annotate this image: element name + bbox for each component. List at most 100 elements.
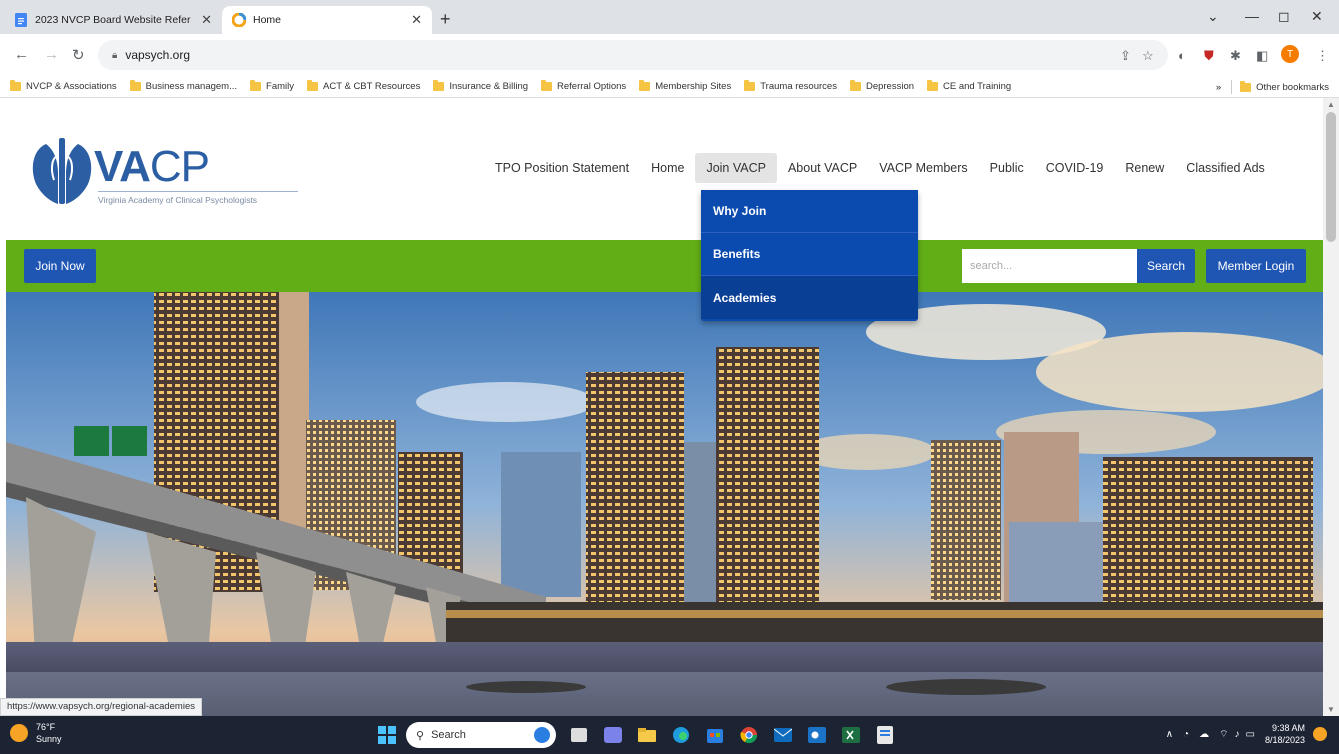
- forward-arrow-icon[interactable]: →: [44, 46, 59, 63]
- bookmark-ce-training[interactable]: CE and Training: [927, 80, 1012, 92]
- bookmark-family[interactable]: Family: [250, 80, 294, 92]
- nav-classified-ads[interactable]: Classified Ads: [1175, 153, 1276, 183]
- notification-badge-icon[interactable]: [1313, 727, 1327, 741]
- minimize-icon[interactable]: —: [1245, 8, 1259, 24]
- tab-home[interactable]: Home ✕: [222, 6, 432, 34]
- wifi-icon[interactable]: ⌔: [1219, 728, 1228, 741]
- dropdown-benefits[interactable]: Benefits: [701, 233, 918, 276]
- vacp-logo[interactable]: VACP Virginia Academy of Clinical Psycho…: [28, 136, 303, 208]
- microsoft-store-icon[interactable]: [700, 720, 730, 750]
- nav-home[interactable]: Home: [640, 153, 695, 183]
- folder-icon: [433, 80, 445, 91]
- task-view-icon[interactable]: [564, 720, 594, 750]
- nav-join-vacp[interactable]: Join VACP: [695, 153, 777, 183]
- close-tab-icon[interactable]: ✕: [201, 12, 212, 28]
- tab-nvcp-board[interactable]: 2023 NVCP Board Website Refer ✕: [4, 6, 222, 34]
- bookmark-label: ACT & CBT Resources: [323, 81, 421, 92]
- close-tab-icon[interactable]: ✕: [411, 12, 422, 28]
- logo-tagline: Virginia Academy of Clinical Psychologis…: [98, 195, 258, 205]
- bookmark-label: NVCP & Associations: [26, 81, 117, 92]
- side-panel-icon[interactable]: ◧: [1256, 48, 1268, 64]
- join-vacp-dropdown: Why Join Benefits Academies: [701, 190, 918, 321]
- folder-icon: [10, 80, 21, 91]
- reload-icon[interactable]: ↻: [72, 46, 85, 64]
- chrome-browser-icon[interactable]: [734, 720, 764, 750]
- bookmark-insurance[interactable]: Insurance & Billing: [433, 80, 528, 92]
- nav-renew[interactable]: Renew: [1114, 153, 1175, 183]
- search-input[interactable]: [962, 249, 1137, 283]
- share-icon[interactable]: ⇪: [1120, 48, 1131, 64]
- search-button[interactable]: Search: [1137, 249, 1195, 283]
- folder-icon: [927, 80, 939, 91]
- nav-public[interactable]: Public: [979, 153, 1035, 183]
- extensions-puzzle-icon[interactable]: ✱: [1230, 48, 1241, 64]
- weather-temperature: 76°F: [36, 722, 56, 732]
- menu-dots-icon[interactable]: ⋮: [1316, 48, 1329, 64]
- scroll-up-arrow-icon[interactable]: ▲: [1327, 100, 1335, 109]
- edge-browser-icon[interactable]: [666, 720, 696, 750]
- search-icon: ⚲: [416, 729, 425, 742]
- logo-divider: [98, 191, 298, 192]
- new-tab-button[interactable]: +: [440, 9, 451, 30]
- excel-icon[interactable]: [836, 720, 866, 750]
- taskbar-search-label: Search: [431, 729, 466, 741]
- teams-chat-icon[interactable]: [598, 720, 628, 750]
- sun-icon: [10, 724, 28, 742]
- windows-start-icon[interactable]: [372, 720, 402, 750]
- hero-skyline-image: [6, 292, 1323, 716]
- join-now-button[interactable]: Join Now: [24, 249, 96, 283]
- address-bar[interactable]: 🔒︎ vapsych.org: [98, 40, 1168, 70]
- mail-icon[interactable]: [768, 720, 798, 750]
- bookmarks-overflow-icon[interactable]: »: [1216, 82, 1221, 93]
- extension-google-icon[interactable]: ◐: [1178, 48, 1186, 63]
- nav-about-vacp[interactable]: About VACP: [777, 153, 868, 183]
- folder-icon: [1240, 80, 1252, 92]
- dropdown-academies[interactable]: Academies: [701, 276, 918, 319]
- bookmark-membership[interactable]: Membership Sites: [639, 80, 731, 92]
- app-icon[interactable]: [870, 720, 900, 750]
- volume-icon[interactable]: ♪: [1235, 729, 1240, 740]
- restore-icon[interactable]: ◻: [1278, 8, 1290, 25]
- profile-avatar[interactable]: T: [1281, 45, 1299, 63]
- file-explorer-icon[interactable]: [632, 720, 662, 750]
- tray-app-icon[interactable]: ◔: [1183, 729, 1189, 740]
- vacp-favicon-icon: [232, 13, 246, 27]
- scroll-down-arrow-icon[interactable]: ▼: [1327, 705, 1335, 714]
- dropdown-why-join[interactable]: Why Join: [701, 190, 918, 233]
- scrollbar-thumb[interactable]: [1326, 112, 1336, 242]
- battery-icon[interactable]: ▭: [1246, 729, 1255, 740]
- member-login-button[interactable]: Member Login: [1206, 249, 1306, 283]
- weather-widget[interactable]: 76°F Sunny: [10, 721, 62, 745]
- bookmark-star-icon[interactable]: ☆: [1142, 48, 1154, 64]
- extension-shield-icon[interactable]: ⛊: [1204, 48, 1214, 64]
- tray-cloud-icon[interactable]: ☁: [1199, 729, 1209, 740]
- clock-time: 9:38 AM: [1271, 723, 1305, 733]
- other-bookmarks[interactable]: Other bookmarks: [1240, 80, 1329, 93]
- clock-date: 8/18/2023: [1264, 735, 1305, 745]
- bookmark-nvcp[interactable]: NVCP & Associations: [10, 80, 117, 92]
- folder-icon: [307, 80, 318, 91]
- bookmark-label: Business managem...: [145, 81, 238, 92]
- nav-tpo-position[interactable]: TPO Position Statement: [484, 153, 640, 183]
- docs-icon: [14, 13, 28, 27]
- outlook-icon[interactable]: [802, 720, 832, 750]
- bookmark-label: CE and Training: [943, 81, 1012, 92]
- show-hidden-icons-chevron-icon[interactable]: ∧: [1166, 729, 1173, 740]
- close-window-icon[interactable]: ✕: [1311, 8, 1323, 25]
- logo-text-light: CP: [149, 142, 210, 191]
- nav-vacp-members[interactable]: VACP Members: [868, 153, 978, 183]
- bookmark-label: Trauma resources: [760, 81, 837, 92]
- page-scrollbar[interactable]: ▲ ▼: [1323, 98, 1339, 716]
- nav-covid-19[interactable]: COVID-19: [1035, 153, 1115, 183]
- url-text: vapsych.org: [125, 48, 191, 62]
- tab-search-chevron-icon[interactable]: ⌄: [1207, 8, 1219, 25]
- bookmark-referral[interactable]: Referral Options: [541, 80, 626, 92]
- taskbar-clock[interactable]: 9:38 AM 8/18/2023: [1265, 722, 1305, 746]
- bookmark-trauma[interactable]: Trauma resources: [744, 80, 837, 92]
- back-arrow-icon[interactable]: ←: [14, 46, 29, 63]
- bookmark-business[interactable]: Business managem...: [129, 80, 238, 92]
- bookmark-act-cbt[interactable]: ACT & CBT Resources: [307, 80, 421, 92]
- taskbar-search-box[interactable]: ⚲ Search: [406, 722, 556, 748]
- bookmark-depression[interactable]: Depression: [849, 80, 914, 92]
- folder-icon: [744, 80, 756, 91]
